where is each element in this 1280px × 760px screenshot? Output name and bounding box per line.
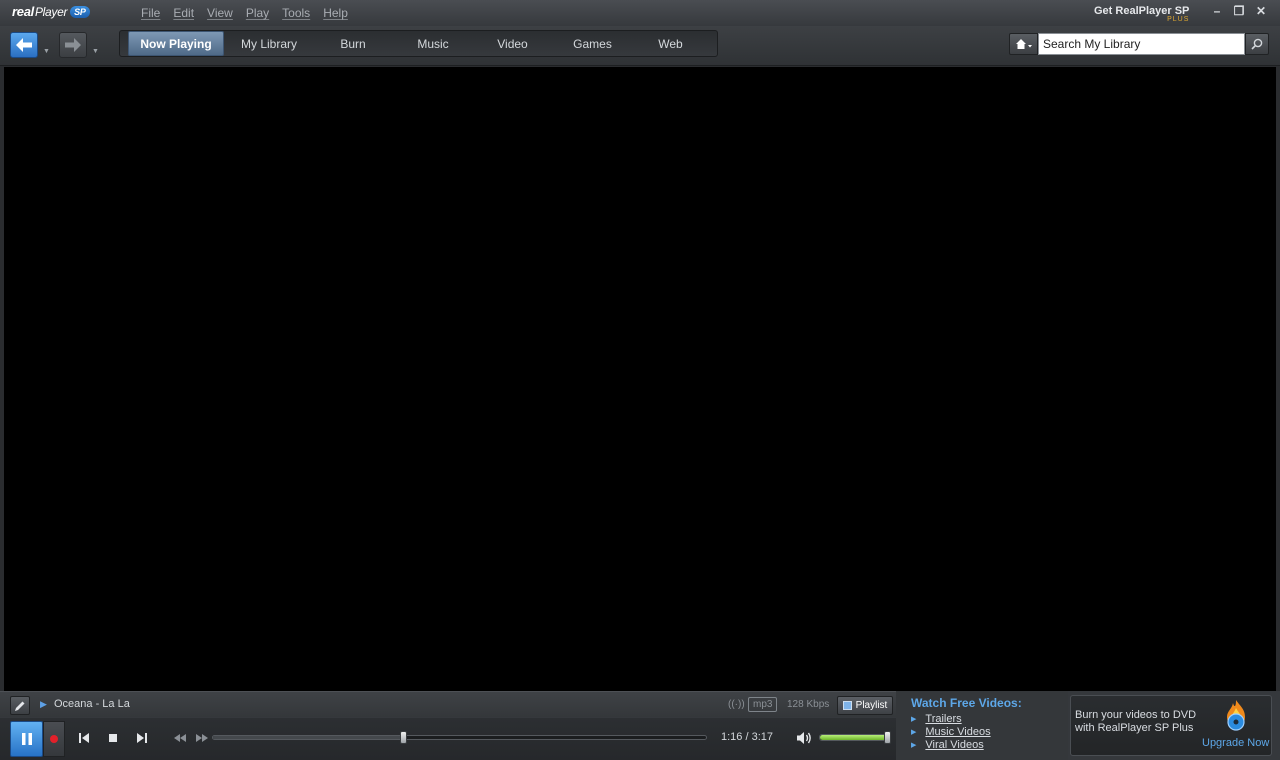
link-viral-videos[interactable]: ▶ Viral Videos [911, 738, 991, 751]
bullet-icon: ▶ [911, 741, 917, 749]
bitrate-label: 128 Kbps [787, 699, 830, 710]
realplayer-logo: real Player SP [12, 3, 90, 20]
minimize-button[interactable]: – [1210, 4, 1224, 18]
search-box [1009, 33, 1270, 55]
menu-view[interactable]: View [207, 6, 233, 20]
get-plus-sub: PLUS [1167, 16, 1190, 23]
link-music-videos[interactable]: ▶ Music Videos [911, 725, 991, 738]
logo-badge: SP [70, 5, 90, 18]
arrow-right-icon [65, 38, 81, 52]
close-button[interactable]: ✕ [1254, 4, 1268, 18]
speaker-icon [797, 732, 811, 744]
stop-icon [109, 734, 117, 742]
link-viral-videos-label[interactable]: Viral Videos [925, 739, 983, 751]
track-title: Oceana - La La [54, 698, 130, 710]
arrow-left-icon [16, 38, 32, 52]
upgrade-now-link[interactable]: Upgrade Now [1202, 737, 1269, 749]
pause-icon [21, 733, 32, 745]
window-controls: – ❐ ✕ [1210, 4, 1268, 18]
playlist-button[interactable]: Playlist [837, 696, 893, 715]
back-button[interactable] [10, 32, 38, 58]
mute-button[interactable] [795, 729, 813, 747]
volume-level [820, 735, 887, 740]
link-trailers[interactable]: ▶ Trailers [911, 712, 991, 725]
restore-button[interactable]: ❐ [1232, 4, 1246, 18]
edit-button[interactable] [10, 696, 30, 715]
time-display: 1:16 / 3:17 [721, 731, 773, 743]
home-icon [1015, 39, 1032, 49]
search-button[interactable] [1245, 33, 1269, 55]
seek-handle[interactable] [400, 731, 408, 744]
free-videos-heading: Watch Free Videos: [911, 696, 1022, 710]
forward-history-dropdown-icon[interactable]: ▼ [92, 48, 99, 55]
skip-previous-icon [79, 733, 89, 743]
search-icon [1251, 38, 1263, 50]
stop-button[interactable] [105, 730, 121, 746]
record-icon [50, 735, 58, 743]
get-plus-link[interactable]: Get RealPlayer SP PLUS [1094, 5, 1189, 23]
playing-indicator-icon: ▶ [40, 699, 47, 709]
tab-burn[interactable]: Burn [314, 31, 392, 56]
pause-button[interactable] [10, 721, 43, 757]
back-history-dropdown-icon[interactable]: ▼ [43, 48, 50, 55]
playlist-icon [842, 701, 852, 710]
ad-line-2: with RealPlayer SP Plus [1075, 722, 1194, 734]
menu-tools[interactable]: Tools [282, 6, 310, 20]
pencil-icon [15, 701, 25, 711]
volume-slider[interactable] [819, 731, 891, 744]
tab-music[interactable]: Music [392, 31, 474, 56]
title-bar: real Player SP File Edit View Play Tools… [0, 0, 1280, 26]
next-button[interactable] [134, 730, 150, 746]
free-videos-links: ▶ Trailers ▶ Music Videos ▶ Viral Videos [911, 712, 991, 751]
seek-slider[interactable] [212, 731, 707, 744]
tab-my-library[interactable]: My Library [224, 31, 314, 56]
fast-forward-icon [196, 734, 208, 742]
seek-played [213, 736, 404, 739]
menu-bar: File Edit View Play Tools Help [141, 6, 361, 20]
transport-controls: 1:16 / 3:17 [0, 718, 896, 760]
logo-brand: real [12, 4, 34, 19]
menu-edit[interactable]: Edit [173, 6, 194, 20]
rewind-icon [174, 734, 186, 742]
search-scope-button[interactable] [1009, 33, 1038, 55]
link-music-videos-label[interactable]: Music Videos [925, 726, 990, 738]
tab-now-playing[interactable]: Now Playing [128, 31, 224, 56]
logo-player: Player [34, 4, 68, 19]
playlist-label: Playlist [855, 700, 888, 711]
ad-line-1: Burn your videos to DVD [1075, 709, 1197, 721]
player-controls-area: ▶ Oceana - La La ((·)) mp3 128 Kbps Play… [0, 691, 1280, 760]
free-videos-panel: Watch Free Videos: ▶ Trailers ▶ Music Vi… [896, 691, 1068, 760]
format-badge: mp3 [748, 697, 778, 712]
track-info-bar: ▶ Oceana - La La ((·)) mp3 128 Kbps Play… [0, 691, 896, 717]
rewind-button[interactable] [172, 730, 188, 746]
stream-icon: ((·)) [728, 699, 745, 710]
tab-games[interactable]: Games [551, 31, 634, 56]
bullet-icon: ▶ [911, 728, 917, 736]
search-input[interactable] [1038, 33, 1245, 55]
flame-disc-icon [1227, 700, 1245, 731]
bullet-icon: ▶ [911, 715, 917, 723]
main-tabs: Now Playing My Library Burn Music Video … [119, 30, 718, 57]
toolbar: ▼ ▼ Now Playing My Library Burn Music Vi… [0, 26, 1280, 66]
menu-file[interactable]: File [141, 6, 160, 20]
volume-handle[interactable] [883, 731, 891, 744]
record-button[interactable] [43, 721, 65, 757]
upgrade-ad[interactable]: Burn your videos to DVD with RealPlayer … [1070, 695, 1272, 756]
fast-forward-button[interactable] [194, 730, 210, 746]
previous-button[interactable] [76, 730, 92, 746]
link-trailers-label[interactable]: Trailers [925, 713, 961, 725]
video-display[interactable] [4, 67, 1276, 691]
menu-play[interactable]: Play [246, 6, 269, 20]
tab-web[interactable]: Web [634, 31, 707, 56]
tab-video[interactable]: Video [474, 31, 551, 56]
menu-help[interactable]: Help [323, 6, 348, 20]
forward-button[interactable] [59, 32, 87, 58]
skip-next-icon [137, 733, 147, 743]
